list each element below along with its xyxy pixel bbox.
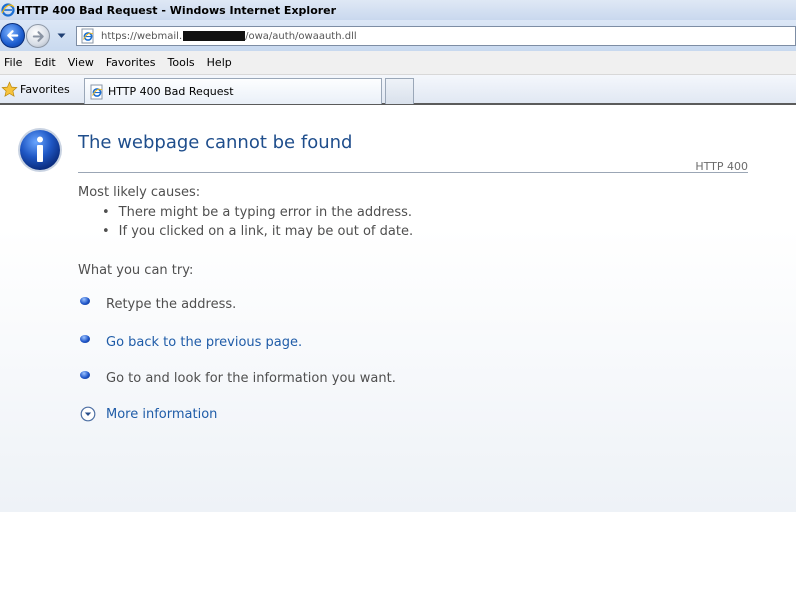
- tab-title: HTTP 400 Bad Request: [108, 85, 234, 98]
- favorites-tab-bar: Favorites HTTP 400 Bad Request: [0, 75, 796, 105]
- back-button[interactable]: [0, 23, 25, 48]
- expand-chevron-icon: [80, 406, 96, 422]
- menu-favorites[interactable]: Favorites: [100, 53, 162, 73]
- menu-bar: File Edit View Favorites Tools Help: [0, 51, 796, 75]
- address-bar[interactable]: https://webmail. /owa/auth/owaauth.dll: [76, 26, 796, 46]
- cause-item: There might be a typing error in the add…: [102, 205, 412, 220]
- error-page: The webpage cannot be found HTTP 400 Mos…: [0, 107, 796, 512]
- bullet-icon: [80, 297, 90, 305]
- ie-page-icon: [90, 84, 103, 99]
- ie-logo-icon: [1, 3, 15, 17]
- menu-tools[interactable]: Tools: [162, 53, 201, 73]
- url-redaction: [183, 31, 246, 41]
- forward-button[interactable]: [26, 24, 50, 48]
- cause-item: If you clicked on a link, it may be out …: [102, 224, 413, 239]
- go-back-link[interactable]: Go back to the previous page.: [106, 335, 302, 350]
- page-title: The webpage cannot be found: [78, 132, 353, 153]
- star-icon: [1, 80, 18, 97]
- back-arrow-icon: [7, 30, 19, 41]
- favorites-button[interactable]: Favorites: [0, 78, 70, 100]
- url-prefix: https://webmail.: [101, 30, 183, 42]
- causes-heading: Most likely causes:: [78, 185, 201, 200]
- bullet-icon: [80, 335, 90, 343]
- bullet-icon: [80, 371, 90, 379]
- browser-tab[interactable]: HTTP 400 Bad Request: [84, 78, 382, 104]
- try-item-retype: Retype the address.: [80, 294, 236, 314]
- menu-view[interactable]: View: [62, 53, 100, 73]
- title-divider: [78, 172, 748, 173]
- new-tab-button[interactable]: [385, 78, 414, 104]
- try-item-text: Retype the address.: [106, 296, 237, 312]
- try-item-go-to: Go to and look for the information you w…: [80, 368, 396, 388]
- menu-help[interactable]: Help: [201, 53, 238, 73]
- window-title: HTTP 400 Bad Request - Windows Internet …: [16, 3, 337, 17]
- try-item-text: Go to and look for the information you w…: [106, 370, 396, 386]
- chevron-down-icon: [57, 33, 65, 38]
- navigation-bar: https://webmail. /owa/auth/owaauth.dll: [0, 20, 796, 51]
- menu-file[interactable]: File: [0, 53, 28, 73]
- url-text: https://webmail. /owa/auth/owaauth.dll: [101, 31, 357, 42]
- favorites-label: Favorites: [20, 82, 70, 96]
- more-information-link[interactable]: More information: [106, 407, 217, 422]
- try-heading: What you can try:: [78, 263, 194, 278]
- menu-edit[interactable]: Edit: [28, 53, 61, 73]
- forward-arrow-icon: [32, 30, 44, 42]
- url-suffix: /owa/auth/owaauth.dll: [245, 30, 357, 42]
- more-information-toggle[interactable]: More information: [80, 404, 217, 424]
- info-icon: [18, 128, 62, 172]
- title-bar: HTTP 400 Bad Request - Windows Internet …: [0, 0, 796, 20]
- try-item-go-back: Go back to the previous page.: [80, 332, 302, 352]
- recent-pages-dropdown[interactable]: [54, 30, 68, 42]
- ie-page-icon: [81, 28, 94, 44]
